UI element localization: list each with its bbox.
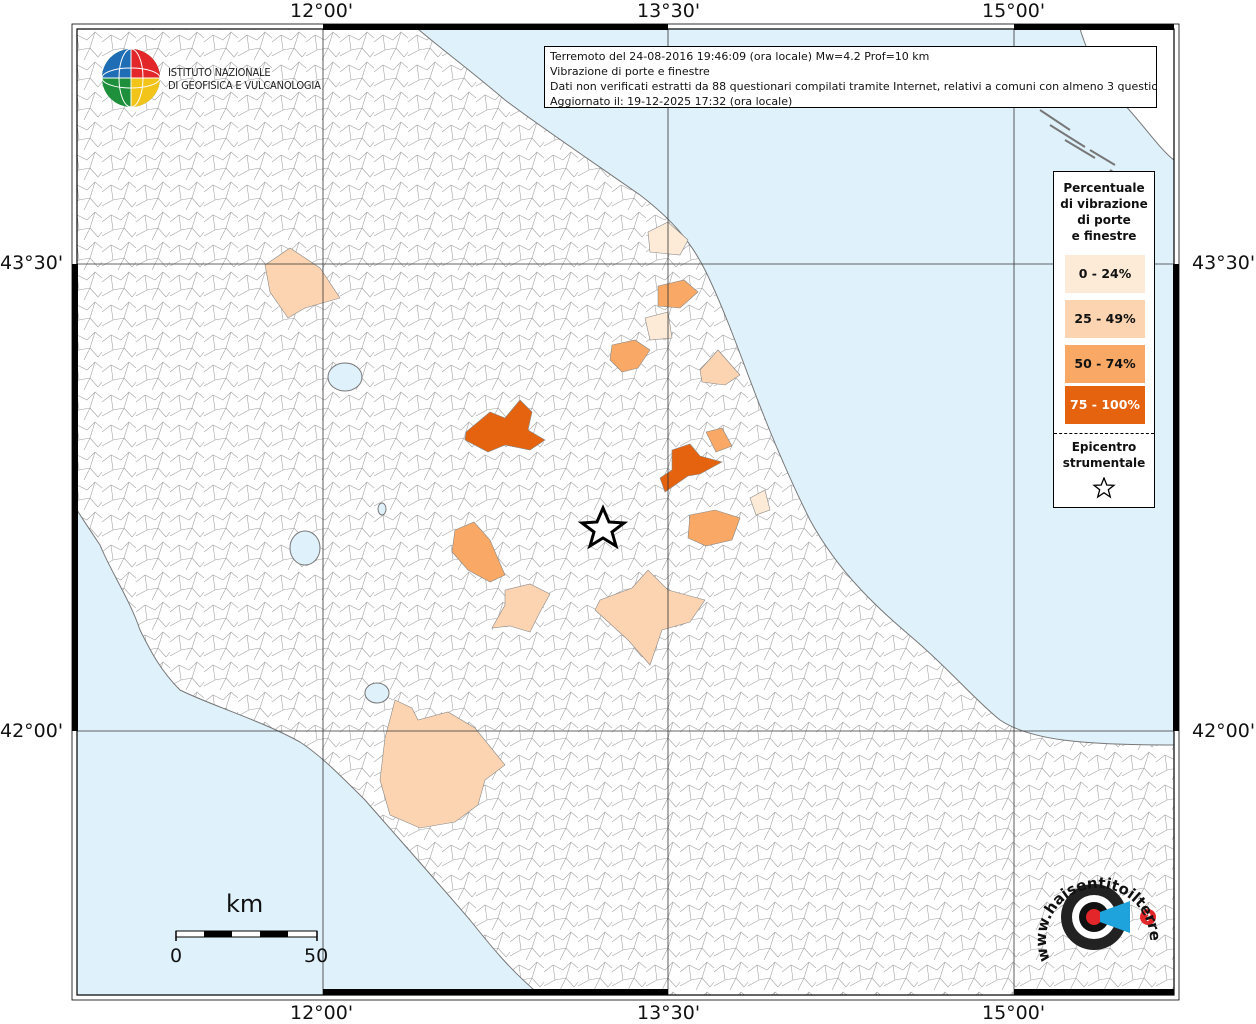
scale-min: 0 xyxy=(170,945,183,967)
legend-class-1[interactable]: 25 - 49% xyxy=(1065,300,1145,338)
lon-label-top: 15°00' xyxy=(982,0,1046,22)
lake-bolsena xyxy=(289,530,321,566)
legend-class-3[interactable]: 75 - 100% xyxy=(1065,386,1145,424)
legend: Percentuale di vibrazione di porte e fin… xyxy=(1053,171,1155,508)
lake-small xyxy=(377,502,387,516)
ingv-logo-text: ISTITUTO NAZIONALE DI GEOFISICA E VULCAN… xyxy=(168,66,321,92)
info-line-updated: Aggiornato il: 19-12-2025 17:32 (ora loc… xyxy=(550,95,793,108)
watermark-text: www.haisentitoilterremoto.it xyxy=(1030,850,1164,964)
lon-label-bottom: 15°00' xyxy=(982,1002,1046,1024)
legend-epicenter-line: Epicentro xyxy=(1071,440,1137,454)
lon-label-bottom: 13°30' xyxy=(637,1002,701,1024)
legend-title-line: e finestre xyxy=(1071,229,1137,243)
legend-epicenter-label: Epicentro strumentale xyxy=(1054,439,1154,471)
legend-class-2[interactable]: 50 - 74% xyxy=(1065,345,1145,383)
lat-label-right: 43°30' xyxy=(1192,252,1256,274)
watermark: www.haisentitoilterremoto.it xyxy=(1030,850,1164,964)
lat-label-left: 43°30' xyxy=(0,252,64,274)
legend-title-line: di porte xyxy=(1077,213,1131,227)
star-outline-icon xyxy=(1092,477,1116,499)
legend-title-line: Percentuale xyxy=(1063,181,1145,195)
ingv-line2: DI GEOFISICA E VULCANOLOGIA xyxy=(168,79,321,92)
lake-bracciano xyxy=(364,682,390,704)
legend-epicenter-line: strumentale xyxy=(1062,456,1146,470)
info-line-event: Terremoto del 24-08-2016 19:46:09 (ora l… xyxy=(550,50,930,63)
lat-label-right: 42°00' xyxy=(1192,720,1256,742)
legend-title-line: di vibrazione xyxy=(1060,197,1148,211)
lon-label-top: 13°30' xyxy=(637,0,701,22)
lat-label-left: 42°00' xyxy=(0,720,64,742)
legend-separator xyxy=(1054,433,1154,434)
scale-max: 50 xyxy=(304,945,329,967)
legend-class-0[interactable]: 0 - 24% xyxy=(1065,255,1145,293)
svg-text:www.haisentitoilterremoto.it: www.haisentitoilterremoto.it xyxy=(1030,850,1164,964)
info-line-source: Dati non verificati estratti da 88 quest… xyxy=(550,80,1157,93)
ingv-line1: ISTITUTO NAZIONALE xyxy=(168,66,271,79)
lake-trasimeno xyxy=(327,362,363,392)
earthquake-info-box: Terremoto del 24-08-2016 19:46:09 (ora l… xyxy=(544,46,1157,108)
lon-label-bottom: 12°00' xyxy=(290,1002,354,1024)
lon-label-top: 12°00' xyxy=(290,0,354,22)
scale-unit: km xyxy=(226,890,264,918)
info-line-variable: Vibrazione di porte e finestre xyxy=(550,65,710,78)
ingv-logo-icon xyxy=(101,48,161,108)
legend-title: Percentuale di vibrazione di porte e fin… xyxy=(1054,180,1154,244)
